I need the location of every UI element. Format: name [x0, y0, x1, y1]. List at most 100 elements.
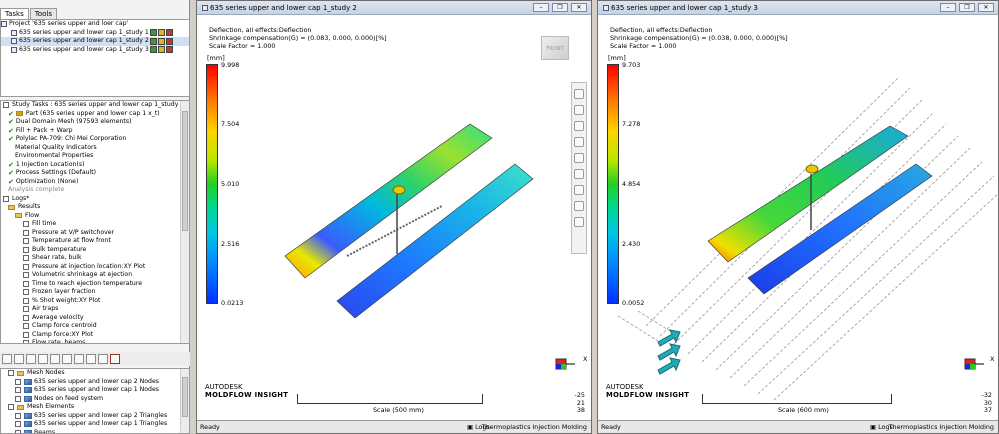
layer-checkbox[interactable]: [15, 412, 21, 419]
layer-checkbox[interactable]: [15, 421, 21, 428]
clean-layers-button[interactable]: [86, 354, 96, 364]
layer-item[interactable]: 635 series upper and lower cap 1 Triangl…: [1, 420, 189, 429]
layer-scrollbar[interactable]: [180, 369, 189, 433]
minimize-button[interactable]: –: [533, 3, 549, 12]
study-item[interactable]: 635 series upper and lower cap 1_study 1: [1, 29, 189, 38]
task-item[interactable]: Average velocity: [1, 314, 189, 323]
show-layer-button[interactable]: [50, 354, 60, 364]
task-item[interactable]: % Shot weight:XY Plot: [1, 297, 189, 306]
result-checkbox[interactable]: [23, 306, 29, 313]
result-checkbox[interactable]: [23, 246, 29, 253]
task-item[interactable]: Temperature at flow front: [1, 237, 189, 246]
tab-tasks[interactable]: Tasks: [0, 8, 29, 19]
study2-viewport[interactable]: Deflection, all effects:Deflection Shrin…: [197, 16, 591, 420]
result-checkbox[interactable]: [23, 331, 29, 338]
task-item[interactable]: Fill time: [1, 220, 189, 229]
result-checkbox[interactable]: [23, 229, 29, 236]
result-checkbox[interactable]: [23, 297, 29, 304]
restore-button[interactable]: ❐: [959, 3, 975, 12]
study-icon: [11, 46, 17, 53]
toggle-layer-button[interactable]: [98, 354, 108, 364]
layer-checkbox[interactable]: [15, 387, 21, 394]
zoom-in-tool[interactable]: [574, 153, 584, 163]
result-checkbox[interactable]: [23, 272, 29, 279]
task-item[interactable]: ✔ Polylac PA-709: Chi Mei Corporation: [1, 135, 189, 144]
capture-tool[interactable]: [574, 217, 584, 227]
task-item[interactable]: Bulk temperature: [1, 246, 189, 255]
task-item[interactable]: Logs*: [1, 195, 189, 204]
expand-layer-button[interactable]: [74, 354, 84, 364]
task-item[interactable]: ✔ Process Settings (Default): [1, 169, 189, 178]
result-checkbox[interactable]: [23, 280, 29, 287]
restore-button[interactable]: ❐: [552, 3, 568, 12]
task-item[interactable]: Volumetric shrinkage at ejection: [1, 271, 189, 280]
layer-checkbox[interactable]: [15, 429, 21, 433]
layer-checkbox[interactable]: [8, 404, 14, 411]
result-checkbox[interactable]: [23, 340, 29, 343]
layer-scroll-thumb[interactable]: [182, 377, 188, 417]
study-item[interactable]: 635 series upper and lower cap 1_study 2: [1, 37, 189, 46]
project-title[interactable]: Project '635 series upper and loer cap': [1, 20, 189, 29]
task-scrollbar[interactable]: [180, 101, 189, 343]
task-item[interactable]: Flow rate, beams: [1, 339, 189, 343]
measure-tool[interactable]: [574, 201, 584, 211]
zoom-tool[interactable]: [574, 137, 584, 147]
rotate-tool[interactable]: [574, 105, 584, 115]
task-item[interactable]: Material Quality Indicators: [1, 144, 189, 153]
new-layer-button[interactable]: [2, 354, 12, 364]
select-tool[interactable]: [574, 89, 584, 99]
task-item[interactable]: Clamp force:XY Plot: [1, 331, 189, 340]
layer-checkbox[interactable]: [15, 395, 21, 402]
result-checkbox[interactable]: [23, 263, 29, 270]
task-item[interactable]: Clamp force centroid: [1, 322, 189, 331]
activate-layer-button[interactable]: [26, 354, 36, 364]
task-item[interactable]: Time to reach ejection temperature: [1, 280, 189, 289]
collapse-box[interactable]: [3, 102, 9, 109]
layer-checkbox[interactable]: [15, 378, 21, 385]
study3-viewport[interactable]: Deflection, all effects:Deflection Shrin…: [598, 16, 998, 420]
zoom-out-tool[interactable]: [574, 169, 584, 179]
task-item[interactable]: Frozen layer fraction: [1, 288, 189, 297]
remove-layer-button[interactable]: [110, 354, 120, 364]
layer-checkbox[interactable]: [8, 370, 14, 377]
layer-item[interactable]: Nodes on feed system: [1, 395, 189, 404]
minimize-button[interactable]: –: [940, 3, 956, 12]
result-checkbox[interactable]: [23, 289, 29, 296]
layer-item[interactable]: 635 series upper and lower cap 2 Nodes: [1, 378, 189, 387]
layer-properties-button[interactable]: [38, 354, 48, 364]
result-checkbox[interactable]: [23, 221, 29, 228]
result-checkbox[interactable]: [23, 314, 29, 321]
task-item[interactable]: ✔ Part (635 series upper and lower cap 1 …: [1, 110, 189, 119]
task-item[interactable]: Results: [1, 203, 189, 212]
brand-moldflow: MOLDFLOW INSIGHT: [205, 391, 289, 399]
layer-item[interactable]: Beams: [1, 429, 189, 433]
task-scroll-thumb[interactable]: [182, 111, 188, 231]
result-checkbox[interactable]: [23, 255, 29, 262]
result-checkbox[interactable]: [3, 195, 9, 202]
study-item[interactable]: 635 series upper and lower cap 1_study 3: [1, 46, 189, 55]
task-item[interactable]: Shear rate, bulk: [1, 254, 189, 263]
task-item[interactable]: ✔ 1 Injection Location(s): [1, 161, 189, 170]
close-button[interactable]: ✕: [571, 3, 587, 12]
task-item[interactable]: ✔ Dual Domain Mesh (97593 elements): [1, 118, 189, 127]
layer-item[interactable]: 635 series upper and lower cap 2 Triangl…: [1, 412, 189, 421]
task-item[interactable]: Analysis complete: [1, 186, 189, 195]
delete-layer-button[interactable]: [14, 354, 24, 364]
task-item[interactable]: Air traps: [1, 305, 189, 314]
task-item[interactable]: Pressure at injection location:XY Plot: [1, 263, 189, 272]
layer-item[interactable]: Mesh Nodes: [1, 369, 189, 378]
pan-tool[interactable]: [574, 121, 584, 131]
assign-layer-button[interactable]: [62, 354, 72, 364]
task-item[interactable]: ✔ Optimization (None): [1, 178, 189, 187]
task-item[interactable]: Pressure at V/P switchover: [1, 229, 189, 238]
tab-tools[interactable]: Tools: [29, 8, 58, 19]
layer-item[interactable]: Mesh Elements: [1, 403, 189, 412]
result-checkbox[interactable]: [23, 323, 29, 330]
task-item[interactable]: Environmental Properties: [1, 152, 189, 161]
result-checkbox[interactable]: [23, 238, 29, 245]
task-item[interactable]: Flow: [1, 212, 189, 221]
center-tool[interactable]: [574, 185, 584, 195]
close-button[interactable]: ✕: [978, 3, 994, 12]
task-item[interactable]: ✔ Fill + Pack + Warp: [1, 127, 189, 136]
layer-item[interactable]: 635 series upper and lower cap 1 Nodes: [1, 386, 189, 395]
